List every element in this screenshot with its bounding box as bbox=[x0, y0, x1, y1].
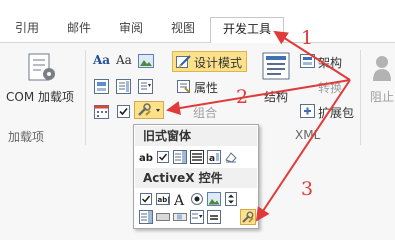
annotation-number-2: 2 bbox=[236, 86, 249, 108]
annotation-arrows bbox=[166, 30, 351, 222]
arrow-to-legacy-tools bbox=[166, 79, 351, 115]
annotation-number-3: 3 bbox=[301, 178, 314, 200]
annotation-number-1: 1 bbox=[301, 27, 314, 49]
